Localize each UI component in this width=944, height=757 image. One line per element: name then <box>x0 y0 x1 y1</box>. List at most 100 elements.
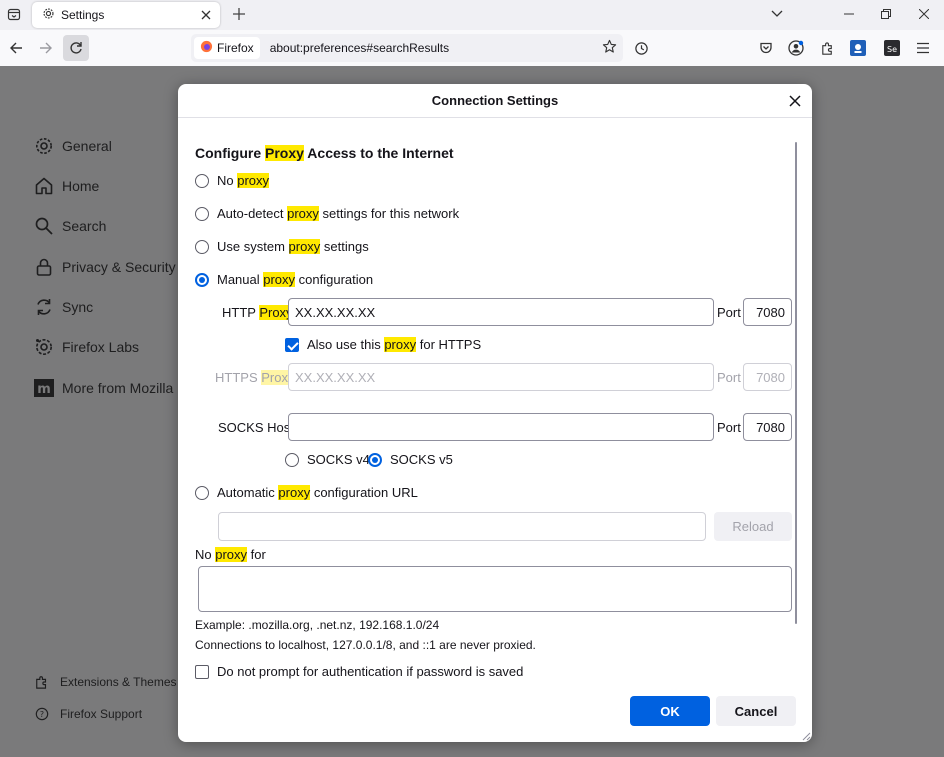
search-highlight: proxy <box>287 206 319 221</box>
no-proxy-for-textarea[interactable] <box>198 566 792 612</box>
connection-settings-dialog: Connection Settings Configure Proxy Acce… <box>178 84 812 742</box>
sidebar-item-privacy[interactable]: Privacy & Security <box>34 257 176 277</box>
ok-button[interactable]: OK <box>630 696 710 726</box>
auto-proxy-url-input[interactable] <box>218 512 706 541</box>
radio-socks-v5[interactable]: SOCKS v5 <box>368 452 453 467</box>
pocket-icon[interactable] <box>757 39 775 57</box>
tab-settings[interactable]: Settings <box>32 2 220 28</box>
scrollbar[interactable] <box>795 142 797 624</box>
tab-strip: Settings <box>0 0 944 30</box>
label-text: settings for this network <box>318 206 460 221</box>
nav-bar: Firefox about:preferences#searchResults … <box>0 30 944 66</box>
http-proxy-input[interactable]: XX.XX.XX.XX <box>288 298 714 326</box>
label-text: configuration URL <box>310 485 418 500</box>
sidebar-item-firefox-support[interactable]: ? Firefox Support <box>34 706 142 722</box>
label-text: configuration <box>295 272 374 287</box>
localhost-note: Connections to localhost, 127.0.0.1/8, a… <box>195 638 536 652</box>
sidebar-item-sync[interactable]: Sync <box>34 297 93 317</box>
radio-button[interactable] <box>195 173 209 188</box>
label-text: Automatic <box>217 485 279 500</box>
sidebar-item-more-from-mozilla[interactable]: m More from Mozilla <box>34 378 173 398</box>
radio-button[interactable] <box>285 452 299 467</box>
extensions-icon[interactable] <box>818 39 836 57</box>
sidebar-item-extensions-themes[interactable]: Extensions & Themes <box>34 674 177 690</box>
option-label: Auto-detect proxy settings for this netw… <box>217 206 459 221</box>
labs-icon <box>34 337 54 357</box>
section-title-text: Access to the Internet <box>303 145 454 161</box>
option-label: Automatic proxy configuration URL <box>217 485 418 500</box>
label-text: HTTP <box>222 305 260 320</box>
search-highlight: proxy <box>237 173 270 188</box>
close-icon[interactable] <box>786 92 804 110</box>
selenium-ide-icon[interactable]: Se <box>883 39 901 57</box>
label-text: Use system <box>217 239 289 254</box>
dialog-header: Connection Settings <box>178 84 812 118</box>
label-text: settings <box>320 239 369 254</box>
restore-icon[interactable] <box>875 4 897 24</box>
search-highlight: proxy <box>288 239 321 254</box>
sidebar-item-firefox-labs[interactable]: Firefox Labs <box>34 337 139 357</box>
radio-manual-proxy[interactable]: Manual proxy configuration <box>195 272 373 287</box>
label-text: for <box>247 547 266 562</box>
close-window-icon[interactable] <box>913 4 935 24</box>
radio-button[interactable] <box>195 206 209 221</box>
also-use-for-https-checkbox[interactable]: Also use this proxy for HTTPS <box>285 337 481 352</box>
radio-auto-detect[interactable]: Auto-detect proxy settings for this netw… <box>195 206 459 221</box>
extension-blue-icon[interactable] <box>849 39 867 57</box>
menu-icon[interactable] <box>914 39 932 57</box>
option-label: No proxy <box>217 173 270 188</box>
forward-icon[interactable] <box>33 35 59 61</box>
close-tab-icon[interactable] <box>198 7 214 23</box>
chevron-down-icon[interactable] <box>766 4 788 24</box>
option-label: Use system proxy settings <box>217 239 369 254</box>
option-label: SOCKS v4 <box>307 452 370 467</box>
help-icon: ? <box>34 706 50 722</box>
resize-grip-icon[interactable] <box>799 729 811 741</box>
radio-no-proxy[interactable]: No proxy <box>195 173 270 188</box>
sidebar-item-home[interactable]: Home <box>34 176 99 196</box>
minimize-icon[interactable] <box>838 4 860 24</box>
https-port-label: Port <box>717 370 741 385</box>
svg-text:m: m <box>37 382 51 397</box>
url-text[interactable]: about:preferences#searchResults <box>270 41 449 55</box>
http-port-input[interactable]: 7080 <box>743 298 792 326</box>
account-icon[interactable] <box>787 39 805 57</box>
https-port-input[interactable]: 7080 <box>743 363 792 391</box>
radio-system-proxy[interactable]: Use system proxy settings <box>195 239 369 254</box>
socks-port-input[interactable]: 7080 <box>743 413 792 441</box>
radio-button[interactable] <box>195 485 209 500</box>
search-highlight: proxy <box>278 485 311 500</box>
new-tab-icon[interactable] <box>229 4 249 24</box>
checkbox[interactable] <box>195 664 209 679</box>
https-proxy-input[interactable]: XX.XX.XX.XX <box>288 363 714 391</box>
identity-box[interactable]: Firefox <box>194 37 260 59</box>
search-icon <box>34 216 54 236</box>
reload-icon[interactable] <box>63 35 89 61</box>
radio-automatic-proxy-url[interactable]: Automatic proxy configuration URL <box>195 485 418 500</box>
back-icon[interactable] <box>3 35 29 61</box>
no-prompt-auth-checkbox[interactable]: Do not prompt for authentication if pass… <box>195 664 523 679</box>
url-bar[interactable]: Firefox about:preferences#searchResults <box>191 34 623 62</box>
label-text: Manual <box>217 272 264 287</box>
socks-host-input[interactable] <box>288 413 714 441</box>
history-icon[interactable] <box>632 39 650 57</box>
radio-socks-v4[interactable]: SOCKS v4 <box>285 452 370 467</box>
sidebar-item-general[interactable]: General <box>34 136 112 156</box>
sidebar-item-label: Extensions & Themes <box>60 675 177 689</box>
sidebar-item-label: General <box>62 138 112 154</box>
radio-button-selected[interactable] <box>368 452 382 467</box>
sidebar-item-label: Firefox Labs <box>62 339 140 355</box>
reload-button[interactable]: Reload <box>714 512 792 541</box>
radio-button-selected[interactable] <box>195 272 209 287</box>
no-proxy-for-label: No proxy for <box>195 547 266 562</box>
tab-list-icon[interactable] <box>4 4 24 24</box>
bookmark-star-icon[interactable] <box>602 39 617 57</box>
section-title: Configure Proxy Access to the Internet <box>195 145 454 161</box>
radio-button[interactable] <box>195 239 209 254</box>
label-text: HTTPS <box>215 370 262 385</box>
cancel-button[interactable]: Cancel <box>716 696 796 726</box>
checkbox-checked[interactable] <box>285 337 299 352</box>
sidebar-item-search[interactable]: Search <box>34 216 106 236</box>
example-text: Example: .mozilla.org, .net.nz, 192.168.… <box>195 618 440 632</box>
sidebar-item-label: Privacy & Security <box>62 259 176 275</box>
